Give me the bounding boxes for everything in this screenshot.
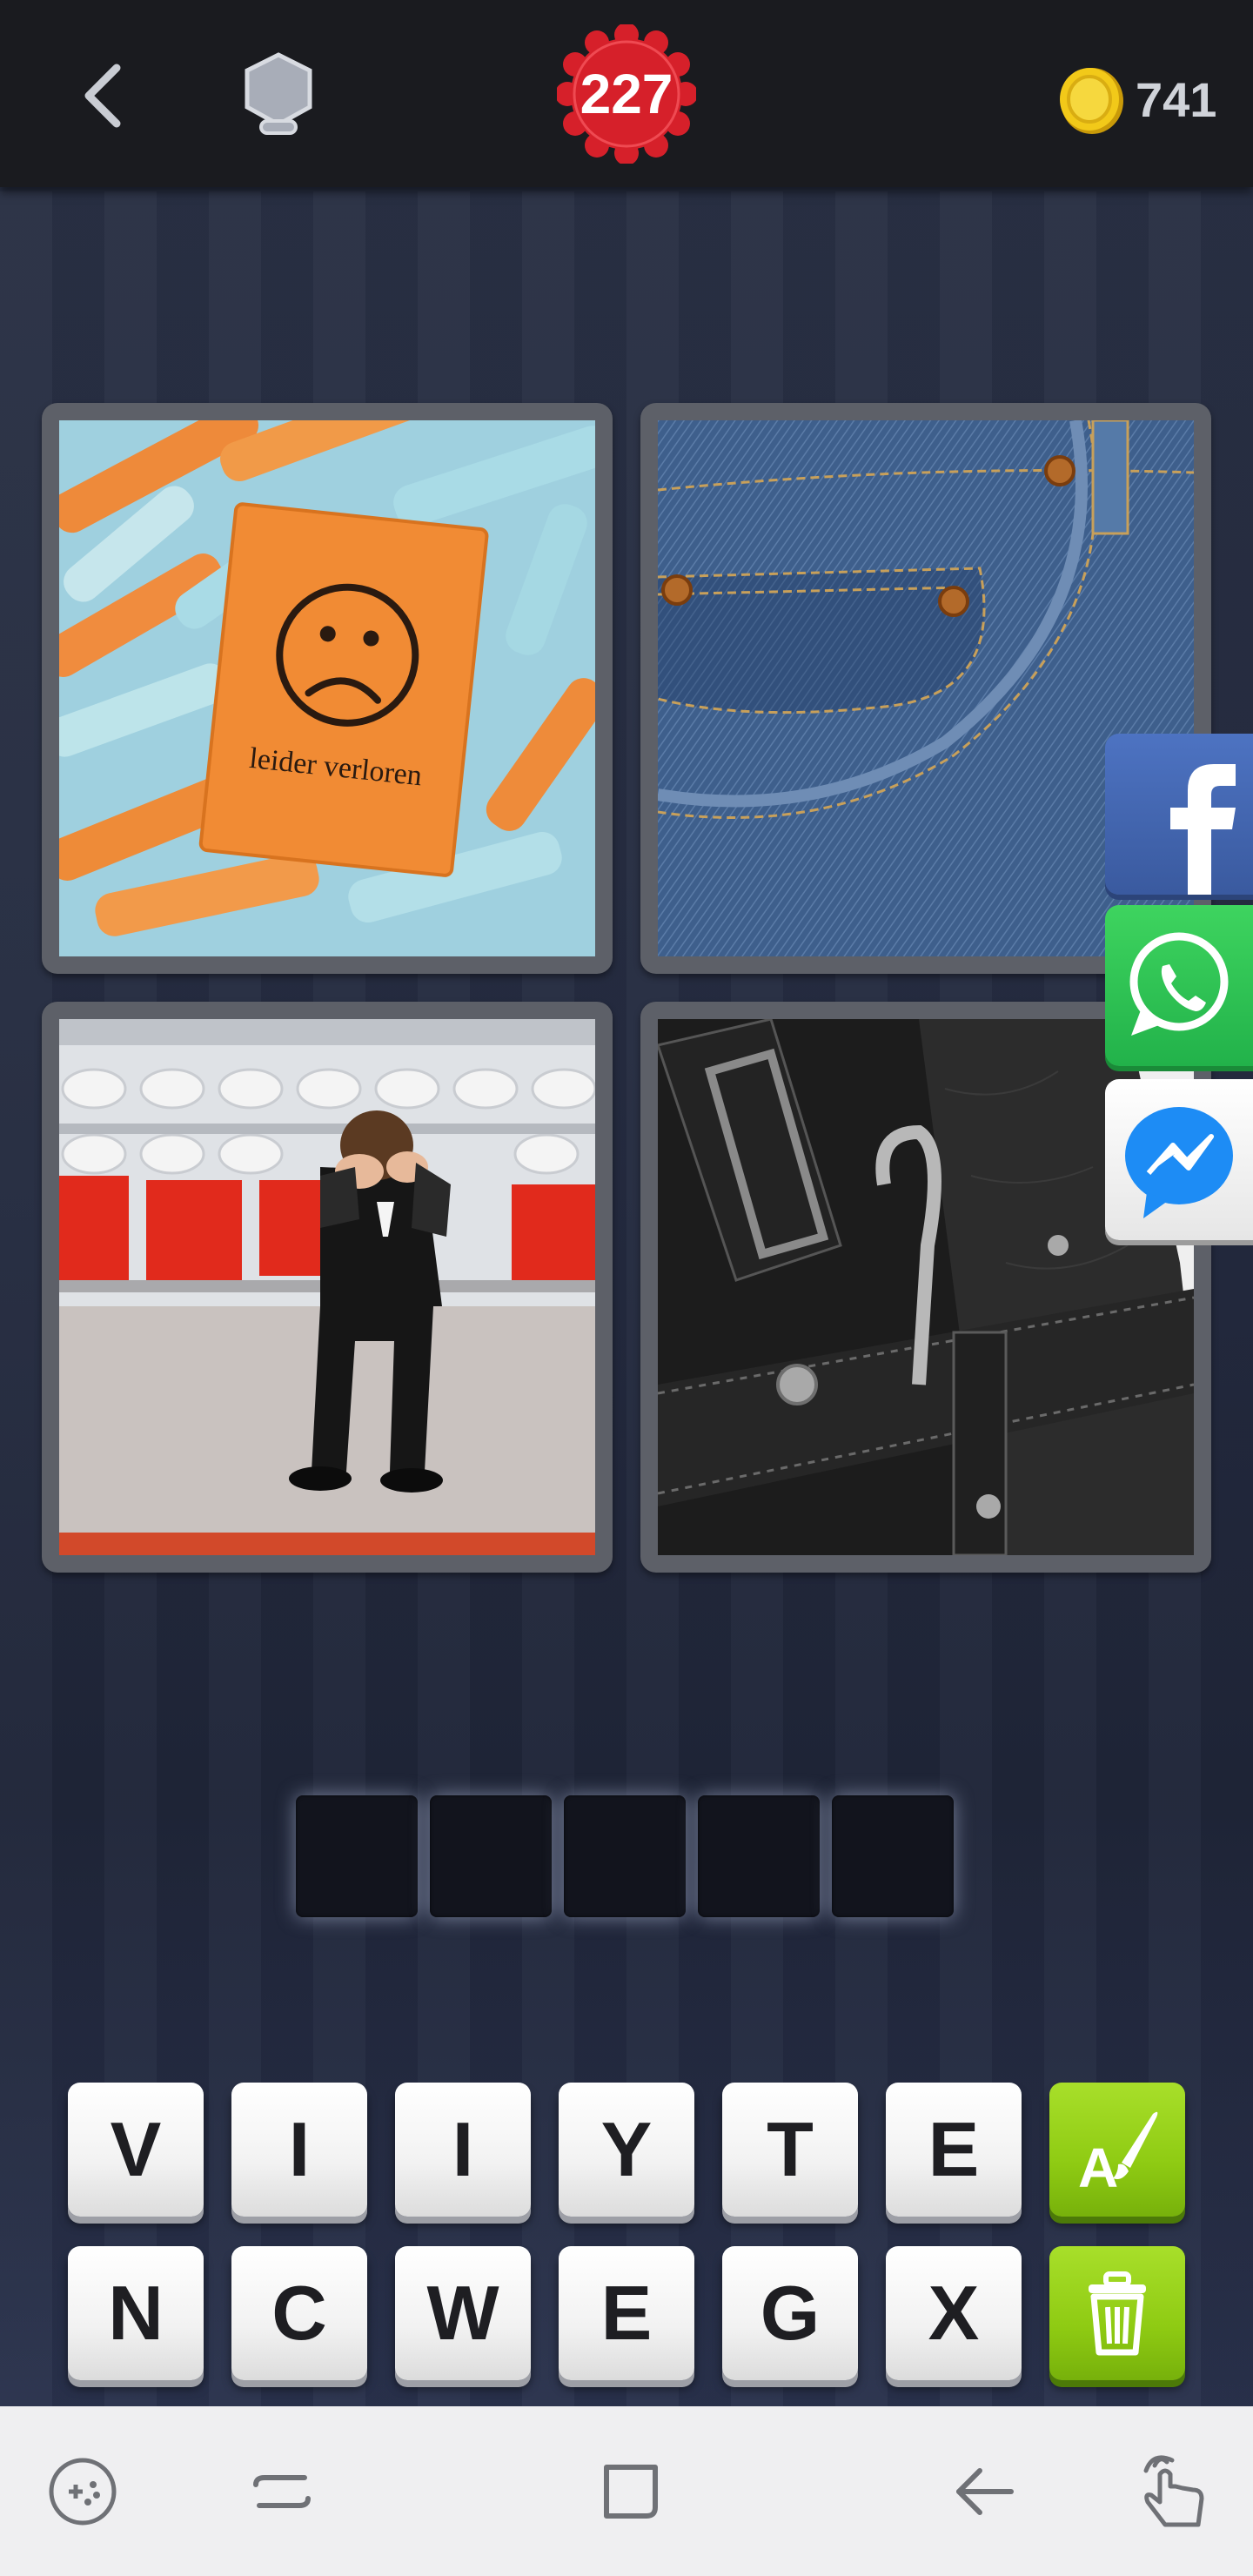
gamepad-icon: [49, 2458, 117, 2526]
letter-key[interactable]: T: [722, 2083, 858, 2217]
system-back-button[interactable]: [940, 2448, 1027, 2535]
home-button[interactable]: [587, 2448, 674, 2535]
shop-button[interactable]: [235, 48, 322, 144]
letter-key[interactable]: C: [231, 2246, 367, 2380]
home-square-icon: [604, 2465, 658, 2519]
game-tools-button[interactable]: [39, 2448, 126, 2535]
letter-key[interactable]: W: [395, 2246, 531, 2380]
top-bar: 227 741: [0, 0, 1253, 187]
letter-key[interactable]: N: [68, 2246, 204, 2380]
level-number: 227: [580, 63, 673, 125]
answer-slot[interactable]: [698, 1795, 820, 1917]
recent-apps-button[interactable]: [238, 2448, 325, 2535]
coin-icon[interactable]: [1053, 61, 1131, 139]
touch-assist-button[interactable]: [1127, 2448, 1214, 2535]
system-nav-bar: [0, 2406, 1253, 2576]
facebook-icon: [1170, 764, 1236, 895]
whatsapp-icon: [1129, 932, 1229, 1036]
letter-key[interactable]: E: [559, 2246, 694, 2380]
trash-icon: [1089, 2271, 1146, 2356]
answer-slots: [296, 1795, 957, 1917]
picture-1[interactable]: leider verloren: [42, 403, 613, 974]
picture-3[interactable]: [42, 1002, 613, 1573]
messenger-share-button[interactable]: [1105, 1079, 1253, 1240]
back-button[interactable]: [63, 52, 150, 139]
letter-key[interactable]: I: [231, 2083, 367, 2217]
coin-count: 741: [1136, 72, 1217, 127]
letter-key[interactable]: V: [68, 2083, 204, 2217]
letter-key[interactable]: Y: [559, 2083, 694, 2217]
letter-key[interactable]: G: [722, 2246, 858, 2380]
remove-letters-button[interactable]: [1049, 2246, 1185, 2380]
svg-text:A: A: [1078, 2137, 1118, 2197]
lottery-tickets-image: leider verloren: [59, 420, 595, 956]
tap-hand-icon: [1143, 2455, 1204, 2527]
reveal-letter-button[interactable]: A: [1049, 2083, 1185, 2217]
answer-slot[interactable]: [430, 1795, 552, 1917]
letter-key[interactable]: X: [886, 2246, 1022, 2380]
answer-slot[interactable]: [564, 1795, 686, 1917]
letter-key[interactable]: I: [395, 2083, 531, 2217]
answer-slot[interactable]: [832, 1795, 954, 1917]
shield-icon: [245, 52, 312, 135]
chevron-left-icon: [84, 64, 121, 128]
whatsapp-share-button[interactable]: [1105, 905, 1253, 1066]
level-badge: 227: [555, 23, 698, 165]
letter-key[interactable]: E: [886, 2083, 1022, 2217]
brush-letter-icon: A: [1078, 2111, 1158, 2197]
messenger-icon: [1125, 1107, 1233, 1218]
answer-slot[interactable]: [296, 1795, 418, 1917]
recent-apps-icon: [253, 2475, 311, 2508]
facebook-share-button[interactable]: [1105, 734, 1253, 895]
sad-man-stadium-image: [59, 1019, 595, 1555]
back-arrow-icon: [956, 2468, 1014, 2515]
